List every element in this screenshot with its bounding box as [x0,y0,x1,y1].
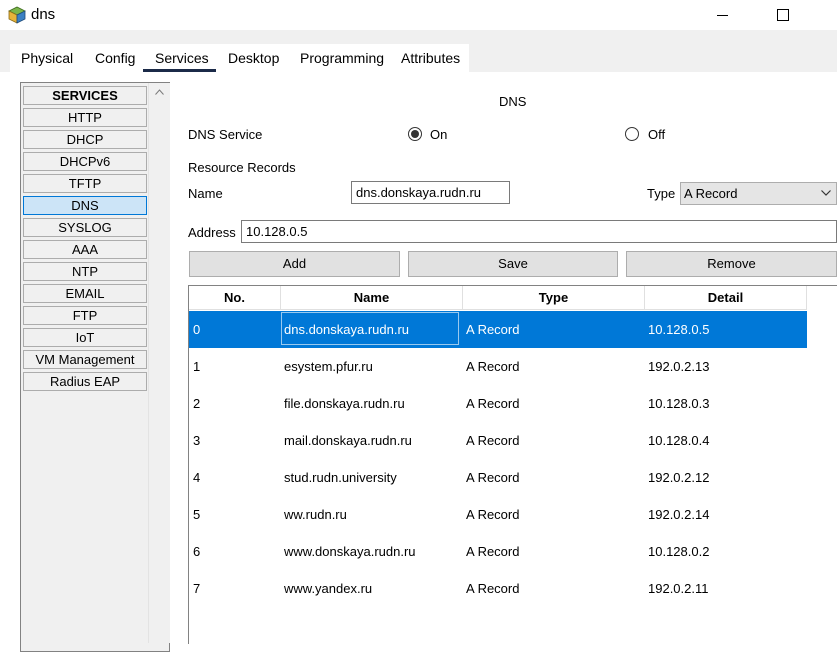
panel-title: DNS [499,94,527,109]
row-type: A Record [466,359,520,374]
row-name: www.yandex.ru [284,581,373,596]
remove-button[interactable]: Remove [626,251,837,277]
sidebar-item-syslog[interactable]: SYSLOG [23,218,147,237]
column-header-name[interactable]: Name [281,286,463,310]
dns-service-label: DNS Service [188,127,263,142]
chevron-up-icon [155,89,164,95]
table-row[interactable]: 6 www.donskaya.rudn.ru A Record 10.128.0… [189,533,807,570]
tab-config[interactable]: Config [95,50,135,66]
name-label: Name [188,186,223,201]
type-select-value: A Record [684,186,738,201]
tab-desktop[interactable]: Desktop [228,50,279,66]
save-button[interactable]: Save [408,251,618,277]
table-row[interactable]: 2 file.donskaya.rudn.ru A Record 10.128.… [189,385,807,422]
row-name: stud.rudn.university [284,470,397,485]
row-type: A Record [466,322,520,337]
window-title: dns [31,6,56,23]
sidebar-item-iot[interactable]: IoT [23,328,147,347]
column-header-no[interactable]: No. [189,286,281,310]
sidebar-item-email[interactable]: EMAIL [23,284,147,303]
sidebar-header: SERVICES [23,86,147,105]
row-detail: 10.128.0.3 [648,396,710,411]
row-detail: 192.0.2.12 [648,470,710,485]
dns-on-radio[interactable] [408,127,422,141]
type-select[interactable]: A Record [680,182,837,205]
packet-tracer-icon [7,5,27,25]
row-detail: 10.128.0.2 [648,544,710,559]
sidebar-item-vm-management[interactable]: VM Management [23,350,147,369]
table-row[interactable]: 4 stud.rudn.university A Record 192.0.2.… [189,459,807,496]
row-type: A Record [466,396,520,411]
table-row[interactable]: 1 esystem.pfur.ru A Record 192.0.2.13 [189,348,807,385]
row-number: 5 [193,507,201,522]
title-bar: dns [0,0,837,30]
row-number: 4 [193,470,201,485]
sidebar-item-dhcpv6[interactable]: DHCPv6 [23,152,147,171]
tab-services[interactable]: Services [155,50,209,66]
add-button[interactable]: Add [189,251,400,277]
sidebar-item-dhcp[interactable]: DHCP [23,130,147,149]
row-number: 7 [193,581,201,596]
sidebar-item-radius-eap[interactable]: Radius EAP [23,372,147,391]
maximize-button[interactable] [760,0,806,30]
row-detail: 10.128.0.4 [648,433,710,448]
table-row[interactable]: 0 dns.donskaya.rudn.ru A Record 10.128.0… [189,311,807,348]
dns-off-radio[interactable] [625,127,639,141]
minimize-button[interactable] [699,0,745,30]
row-detail: 192.0.2.13 [648,359,710,374]
row-type: A Record [466,581,520,596]
column-header-type[interactable]: Type [463,286,645,310]
dns-on-label: On [430,127,448,142]
row-number: 2 [193,396,201,411]
sidebar-item-tftp[interactable]: TFTP [23,174,147,193]
sidebar-item-http[interactable]: HTTP [23,108,147,127]
dns-off-label: Off [648,127,666,142]
type-label: Type [647,186,676,201]
row-type: A Record [466,544,520,559]
row-type: A Record [466,470,520,485]
row-type: A Record [466,507,520,522]
tab-programming[interactable]: Programming [300,50,384,66]
row-name: www.donskaya.rudn.ru [284,544,416,559]
row-number: 6 [193,544,201,559]
row-type: A Record [466,433,520,448]
sidebar-item-dns[interactable]: DNS [23,196,147,215]
resource-records-label: Resource Records [188,160,296,175]
chevron-down-icon [821,190,831,196]
table-row[interactable]: 7 www.yandex.ru A Record 192.0.2.11 [189,570,807,607]
row-name: file.donskaya.rudn.ru [284,396,405,411]
minimize-icon [716,14,728,16]
name-field[interactable]: dns.donskaya.rudn.ru [351,181,510,204]
row-number: 1 [193,359,201,374]
table-row[interactable]: 3 mail.donskaya.rudn.ru A Record 10.128.… [189,422,807,459]
row-name: esystem.pfur.ru [284,359,373,374]
row-detail: 192.0.2.11 [648,581,709,596]
sidebar-item-ftp[interactable]: FTP [23,306,147,325]
sidebar-scrollbar[interactable] [148,83,170,643]
address-label: Address [188,225,236,240]
row-name: mail.donskaya.rudn.ru [284,433,412,448]
tab-physical[interactable]: Physical [21,50,73,66]
tab-bar: Physical Config Services Desktop Program… [0,30,837,72]
row-detail: 192.0.2.14 [648,507,710,522]
row-number: 3 [193,433,201,448]
column-header-detail[interactable]: Detail [645,286,807,310]
scroll-up-button[interactable] [149,83,170,101]
address-field[interactable]: 10.128.0.5 [241,220,837,243]
sidebar-item-ntp[interactable]: NTP [23,262,147,281]
table-row[interactable]: 5 ww.rudn.ru A Record 192.0.2.14 [189,496,807,533]
tab-attributes[interactable]: Attributes [401,50,460,66]
maximize-icon [777,9,789,21]
row-number: 0 [193,322,201,337]
row-detail: 10.128.0.5 [648,322,710,337]
sidebar-item-aaa[interactable]: AAA [23,240,147,259]
row-name: dns.donskaya.rudn.ru [284,322,410,337]
row-name: ww.rudn.ru [284,507,347,522]
